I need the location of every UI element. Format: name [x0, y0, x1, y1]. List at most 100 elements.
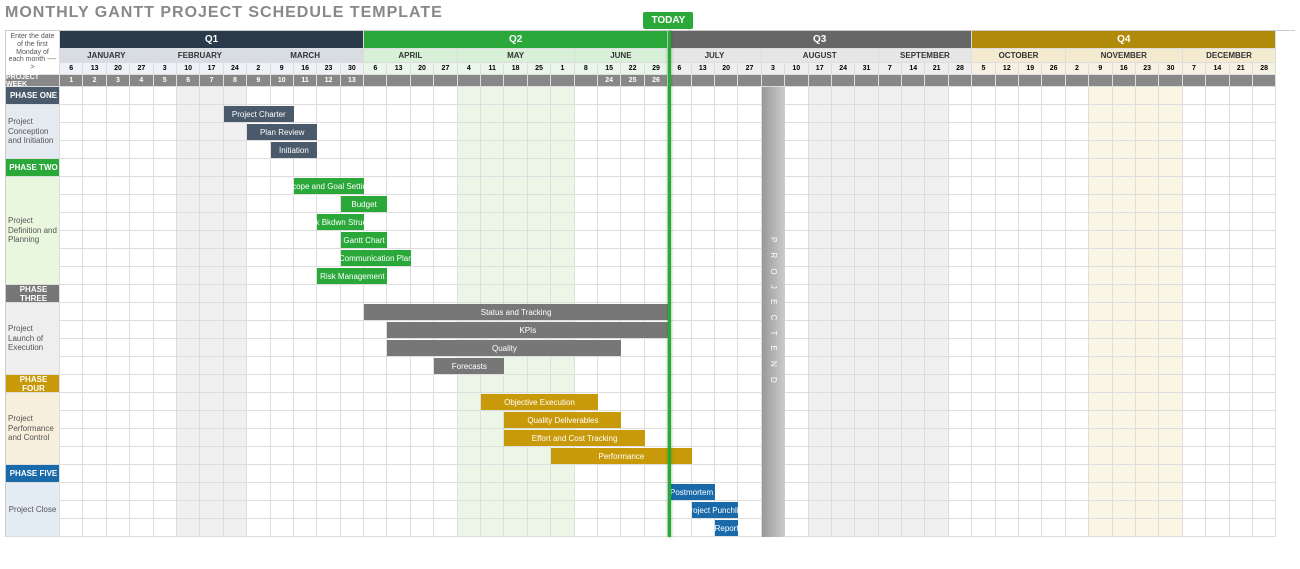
task-bar: Gantt Chart — [341, 231, 388, 249]
pw-9: 9 — [247, 75, 270, 87]
day-col-8: 24 — [224, 63, 247, 75]
day-col-16: 20 — [411, 63, 434, 75]
pw-19 — [481, 75, 504, 87]
day-col-48: 30 — [1159, 63, 1182, 75]
pw-7: 7 — [200, 75, 223, 87]
pw-11: 11 — [294, 75, 317, 87]
pw-21 — [528, 75, 551, 87]
task-bar: Quality Deliverables — [504, 411, 621, 429]
task-bar: Project Charter — [224, 105, 294, 123]
day-col-11: 16 — [294, 63, 317, 75]
bar-initiation: Initiation — [271, 142, 318, 158]
day-col-43: 26 — [1042, 63, 1065, 75]
bar-project-charter: Project Charter — [224, 106, 294, 122]
day-col-6: 10 — [177, 63, 200, 75]
day-col-50: 14 — [1206, 63, 1229, 75]
phase-label-3: PHASE THREE — [6, 285, 60, 303]
bar-project-punchlist: Project Punchlist — [692, 502, 739, 518]
pw-34 — [832, 75, 855, 87]
day-col-18: 4 — [458, 63, 481, 75]
day-col-22: 1 — [551, 63, 574, 75]
month-MAY: MAY — [458, 49, 575, 63]
pw-18 — [458, 75, 481, 87]
project-end-band: P R O J E C T E N D — [762, 87, 785, 537]
pw-29 — [715, 75, 738, 87]
day-col-45: 9 — [1089, 63, 1112, 75]
pw-42 — [1019, 75, 1042, 87]
month-FEBRUARY: FEBRUARY — [154, 49, 248, 63]
quarter-Q1: Q1 — [60, 31, 364, 49]
day-col-32: 10 — [785, 63, 808, 75]
pw-2: 2 — [83, 75, 106, 87]
task-bar: Work Bkdwn Structure — [317, 213, 364, 231]
task-bar: Postmortem — [668, 483, 715, 501]
pw-26: 26 — [645, 75, 668, 87]
bar-postmortem: Postmortem — [668, 484, 715, 500]
pw-20 — [504, 75, 527, 87]
day-col-26: 29 — [645, 63, 668, 75]
pw-12: 12 — [317, 75, 340, 87]
task-bar: Scope and Goal Setting — [294, 177, 364, 195]
task-bar: Objective Execution — [481, 393, 598, 411]
day-col-42: 19 — [1019, 63, 1042, 75]
pw-17 — [434, 75, 457, 87]
day-col-14: 6 — [364, 63, 387, 75]
pw-31 — [762, 75, 785, 87]
today-marker — [668, 31, 671, 537]
bar-gantt-chart: Gantt Chart — [341, 232, 388, 248]
task-bar: Plan Review — [247, 123, 317, 141]
pw-38 — [925, 75, 948, 87]
task-bar: Project Punchlist — [692, 501, 739, 519]
month-APRIL: APRIL — [364, 49, 458, 63]
month-NOVEMBER: NOVEMBER — [1066, 49, 1183, 63]
section-label-4: Project Performance and Control — [6, 393, 60, 465]
pw-3: 3 — [107, 75, 130, 87]
pw-40 — [972, 75, 995, 87]
pw-45 — [1089, 75, 1112, 87]
day-col-4: 27 — [130, 63, 153, 75]
pw-13: 13 — [341, 75, 364, 87]
pw-37 — [902, 75, 925, 87]
bar-objective-execution: Objective Execution — [481, 394, 598, 410]
day-col-33: 17 — [809, 63, 832, 75]
pw-48 — [1159, 75, 1182, 87]
month-MARCH: MARCH — [247, 49, 364, 63]
day-col-35: 31 — [855, 63, 878, 75]
day-col-9: 2 — [247, 63, 270, 75]
bar-quality-deliverables: Quality Deliverables — [504, 412, 621, 428]
bar-scope-and-goal-setting: Scope and Goal Setting — [294, 178, 364, 194]
day-col-28: 13 — [692, 63, 715, 75]
pw-44 — [1066, 75, 1089, 87]
day-col-20: 18 — [504, 63, 527, 75]
day-col-47: 23 — [1136, 63, 1159, 75]
pw-51 — [1230, 75, 1253, 87]
bar-quality: Quality — [387, 340, 621, 356]
day-col-25: 22 — [621, 63, 644, 75]
bar-communication-plan: Communication Plan — [341, 250, 411, 266]
pw-1: 1 — [60, 75, 83, 87]
quarter-Q3: Q3 — [668, 31, 972, 49]
section-label-3: Project Launch of Execution — [6, 303, 60, 375]
day-col-39: 28 — [949, 63, 972, 75]
day-col-2: 13 — [83, 63, 106, 75]
pw-39 — [949, 75, 972, 87]
pw-22 — [551, 75, 574, 87]
day-col-34: 24 — [832, 63, 855, 75]
day-col-51: 21 — [1230, 63, 1253, 75]
day-col-10: 9 — [271, 63, 294, 75]
month-AUGUST: AUGUST — [762, 49, 879, 63]
pw-10: 10 — [271, 75, 294, 87]
day-col-19: 11 — [481, 63, 504, 75]
phase-label-2: PHASE TWO — [6, 159, 60, 177]
pw-43 — [1042, 75, 1065, 87]
pw-30 — [738, 75, 761, 87]
day-col-37: 14 — [902, 63, 925, 75]
pw-46 — [1113, 75, 1136, 87]
month-JANUARY: JANUARY — [60, 49, 154, 63]
day-col-41: 12 — [996, 63, 1019, 75]
phase-label-4: PHASE FOUR — [6, 375, 60, 393]
pw-32 — [785, 75, 808, 87]
pw-52 — [1253, 75, 1276, 87]
bar-plan-review: Plan Review — [247, 124, 317, 140]
pw-41 — [996, 75, 1019, 87]
